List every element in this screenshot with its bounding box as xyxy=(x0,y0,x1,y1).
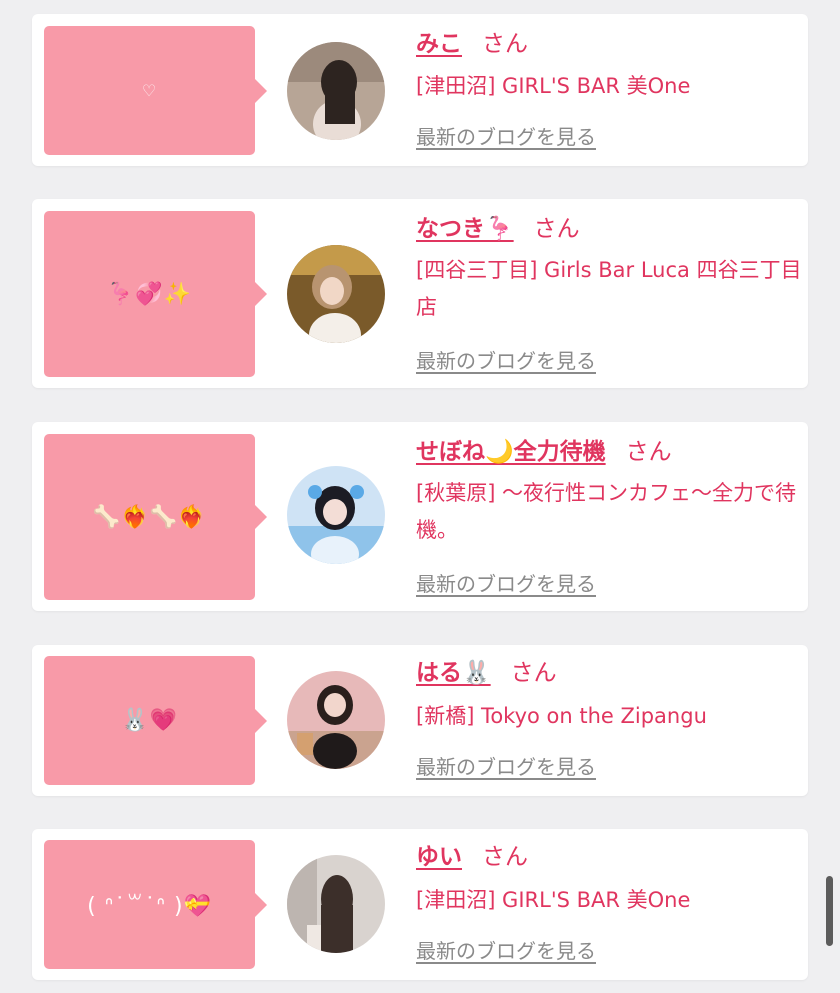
message-text: ♡ xyxy=(141,81,158,100)
avatar[interactable] xyxy=(287,671,385,769)
shop-name: [秋葉原] 〜夜行性コンカフェ〜全力で待機。 xyxy=(416,481,797,542)
honorific: さん xyxy=(510,660,557,686)
avatar[interactable] xyxy=(287,855,385,953)
message-text: ( ᐢ˙꒳​˙ᐢ )💝 xyxy=(87,894,212,919)
blog-card[interactable]: ( ᐢ˙꒳​˙ᐢ )💝 ゆい さん [津田沼] GIRL'S BAR 美One 最… xyxy=(32,829,808,980)
shop-name: [津田沼] GIRL'S BAR 美One xyxy=(416,888,691,912)
latest-blog-link[interactable]: 最新のブログを見る xyxy=(416,751,596,780)
message-bubble: 🦴❤️‍🔥🦴❤️‍🔥 xyxy=(44,434,267,600)
shop-name: [新橋] Tokyo on the Zipangu xyxy=(416,704,707,728)
cast-name-link[interactable]: ゆい xyxy=(416,844,462,870)
blog-card[interactable]: 🦩💞✨ なつき🦩 さん [四谷三丁目] Girls Bar Luca 四谷三丁目店… xyxy=(32,199,808,388)
latest-blog-link[interactable]: 最新のブログを見る xyxy=(416,345,596,374)
shop-name: [津田沼] GIRL'S BAR 美One xyxy=(416,74,691,98)
latest-blog-link[interactable]: 最新のブログを見る xyxy=(416,935,596,964)
cast-name-link[interactable]: せぼね🌙全力待機 xyxy=(416,439,606,465)
blog-card[interactable]: 🐰💗 はる🐰 さん [新橋] Tokyo on the Zipangu 最新のブロ… xyxy=(32,645,808,796)
honorific: さん xyxy=(533,216,580,242)
cast-name-link[interactable]: みこ xyxy=(416,31,462,57)
blog-card-list: ♡ みこ さん [津田沼] GIRL'S BAR 美One 最新のブログを見る 🦩… xyxy=(0,0,840,993)
latest-blog-link[interactable]: 最新のブログを見る xyxy=(416,568,596,597)
honorific: さん xyxy=(625,439,672,465)
name-row: なつき🦩 さん xyxy=(416,213,580,245)
cast-name-link[interactable]: なつき🦩 xyxy=(416,216,514,242)
name-row: せぼね🌙全力待機 さん xyxy=(416,436,672,468)
honorific: さん xyxy=(482,31,528,57)
message-bubble: ♡ xyxy=(44,26,267,155)
cast-name-link[interactable]: はる🐰 xyxy=(416,660,491,686)
message-text: 🦴❤️‍🔥🦴❤️‍🔥 xyxy=(92,504,207,530)
honorific: さん xyxy=(482,844,528,870)
message-bubble: 🦩💞✨ xyxy=(44,211,267,377)
scrollbar-thumb[interactable] xyxy=(826,876,833,946)
avatar[interactable] xyxy=(287,42,385,140)
blog-card[interactable]: ♡ みこ さん [津田沼] GIRL'S BAR 美One 最新のブログを見る xyxy=(32,14,808,166)
name-row: ゆい さん xyxy=(416,841,528,873)
latest-blog-link[interactable]: 最新のブログを見る xyxy=(416,121,596,150)
avatar[interactable] xyxy=(287,245,385,343)
name-row: みこ さん xyxy=(416,28,528,60)
message-bubble: 🐰💗 xyxy=(44,656,267,785)
name-row: はる🐰 さん xyxy=(416,657,557,689)
avatar[interactable] xyxy=(287,466,385,564)
shop-name: [四谷三丁目] Girls Bar Luca 四谷三丁目店 xyxy=(416,258,802,319)
message-text: 🐰💗 xyxy=(121,708,178,733)
blog-card[interactable]: 🦴❤️‍🔥🦴❤️‍🔥 せぼね🌙全力待機 さん [秋葉原] 〜夜行性コンカフェ〜全力… xyxy=(32,422,808,611)
message-text: 🦩💞✨ xyxy=(106,281,193,307)
message-bubble: ( ᐢ˙꒳​˙ᐢ )💝 xyxy=(44,840,267,969)
